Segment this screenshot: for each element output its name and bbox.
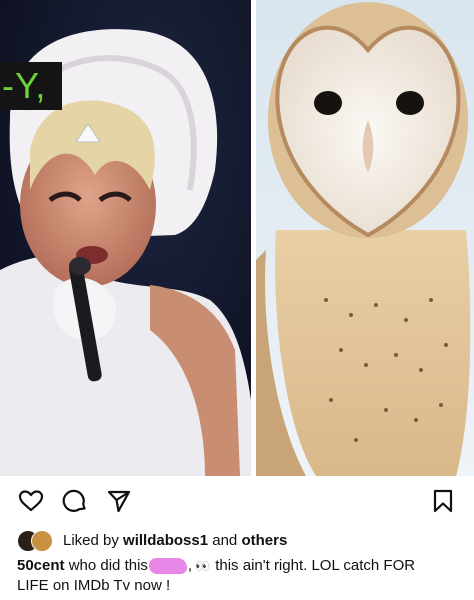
liker-avatars[interactable] (17, 529, 57, 552)
overlay-caption-text: -Y, (0, 62, 62, 110)
liker-username-link[interactable]: willdaboss1 (123, 532, 208, 549)
caption-text: this ain't right. LOL catch FOR (211, 557, 416, 574)
bookmark-icon[interactable] (430, 488, 456, 514)
heart-icon[interactable] (18, 488, 44, 514)
avatar (31, 530, 53, 552)
post-action-bar (0, 476, 474, 524)
caption-text: who did this (64, 557, 148, 574)
caption-username-link[interactable]: 50cent (17, 556, 65, 576)
caption-text: , (187, 557, 193, 574)
performer-photo: -Y, (0, 0, 251, 476)
likes-summary: Liked by willdaboss1 and others (17, 528, 457, 552)
eyes-emoji: 👀 (195, 559, 210, 573)
likes-others-link[interactable]: others (241, 532, 287, 549)
owl-photo (256, 0, 474, 476)
send-icon[interactable] (106, 488, 132, 514)
caption-text: LIFE on IMDb Tv now ! (17, 577, 171, 594)
post-image[interactable]: -Y, (0, 0, 474, 476)
comment-icon[interactable] (62, 488, 88, 514)
likes-middle: and (208, 531, 242, 549)
scribble-redaction (148, 558, 187, 574)
likes-prefix: Liked by (63, 531, 124, 549)
post-caption: 50cent who did this , 👀 this ain't right… (17, 556, 457, 596)
